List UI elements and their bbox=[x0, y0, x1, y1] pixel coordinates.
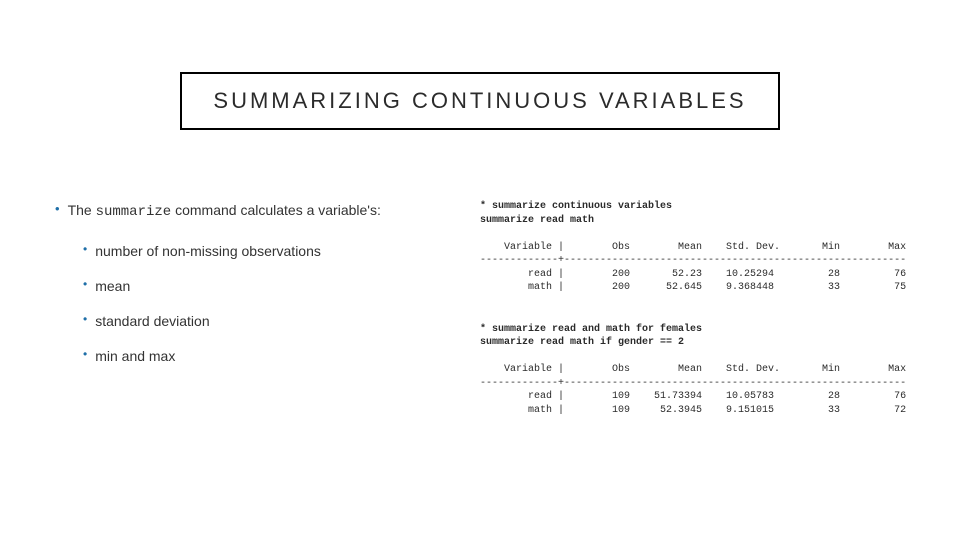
bullet-sub-3: • standard deviation bbox=[83, 311, 450, 332]
code-block-1: * summarize continuous variables summari… bbox=[480, 200, 930, 295]
code1-cmd: summarize read math bbox=[480, 215, 594, 226]
bullet-icon: • bbox=[83, 276, 87, 293]
code1-table: Variable | Obs Mean Std. Dev. Min Max --… bbox=[480, 242, 906, 294]
bullet-intro: • The summarize command calculates a var… bbox=[55, 200, 450, 223]
content-area: • The summarize command calculates a var… bbox=[0, 200, 960, 445]
intro-cmd: summarize bbox=[96, 204, 172, 220]
sub2-text: mean bbox=[95, 276, 130, 297]
left-column: • The summarize command calculates a var… bbox=[0, 200, 470, 445]
sub3-text: standard deviation bbox=[95, 311, 209, 332]
bullet-sub-1: • number of non-missing observations bbox=[83, 241, 450, 262]
code2-table: Variable | Obs Mean Std. Dev. Min Max --… bbox=[480, 364, 906, 416]
bullet-icon: • bbox=[83, 346, 87, 363]
code2-comment: * summarize read and math for females bbox=[480, 324, 702, 335]
bullet-icon: • bbox=[83, 311, 87, 328]
sub1-text: number of non-missing observations bbox=[95, 241, 321, 262]
bullet-icon: • bbox=[55, 200, 60, 218]
sub4-text: min and max bbox=[95, 346, 175, 367]
code-block-2: * summarize read and math for females su… bbox=[480, 323, 930, 418]
right-column: * summarize continuous variables summari… bbox=[470, 200, 960, 445]
slide-title: SUMMARIZING CONTINUOUS VARIABLES bbox=[180, 72, 780, 130]
intro-text: The summarize command calculates a varia… bbox=[68, 200, 381, 223]
code1-comment: * summarize continuous variables bbox=[480, 201, 672, 212]
intro-post: command calculates a variable's: bbox=[171, 202, 381, 218]
bullet-sub-4: • min and max bbox=[83, 346, 450, 367]
title-text: SUMMARIZING CONTINUOUS VARIABLES bbox=[213, 88, 746, 113]
bullet-sub-2: • mean bbox=[83, 276, 450, 297]
code2-cmd: summarize read math if gender == 2 bbox=[480, 337, 684, 348]
intro-pre: The bbox=[68, 202, 96, 218]
bullet-icon: • bbox=[83, 241, 87, 258]
